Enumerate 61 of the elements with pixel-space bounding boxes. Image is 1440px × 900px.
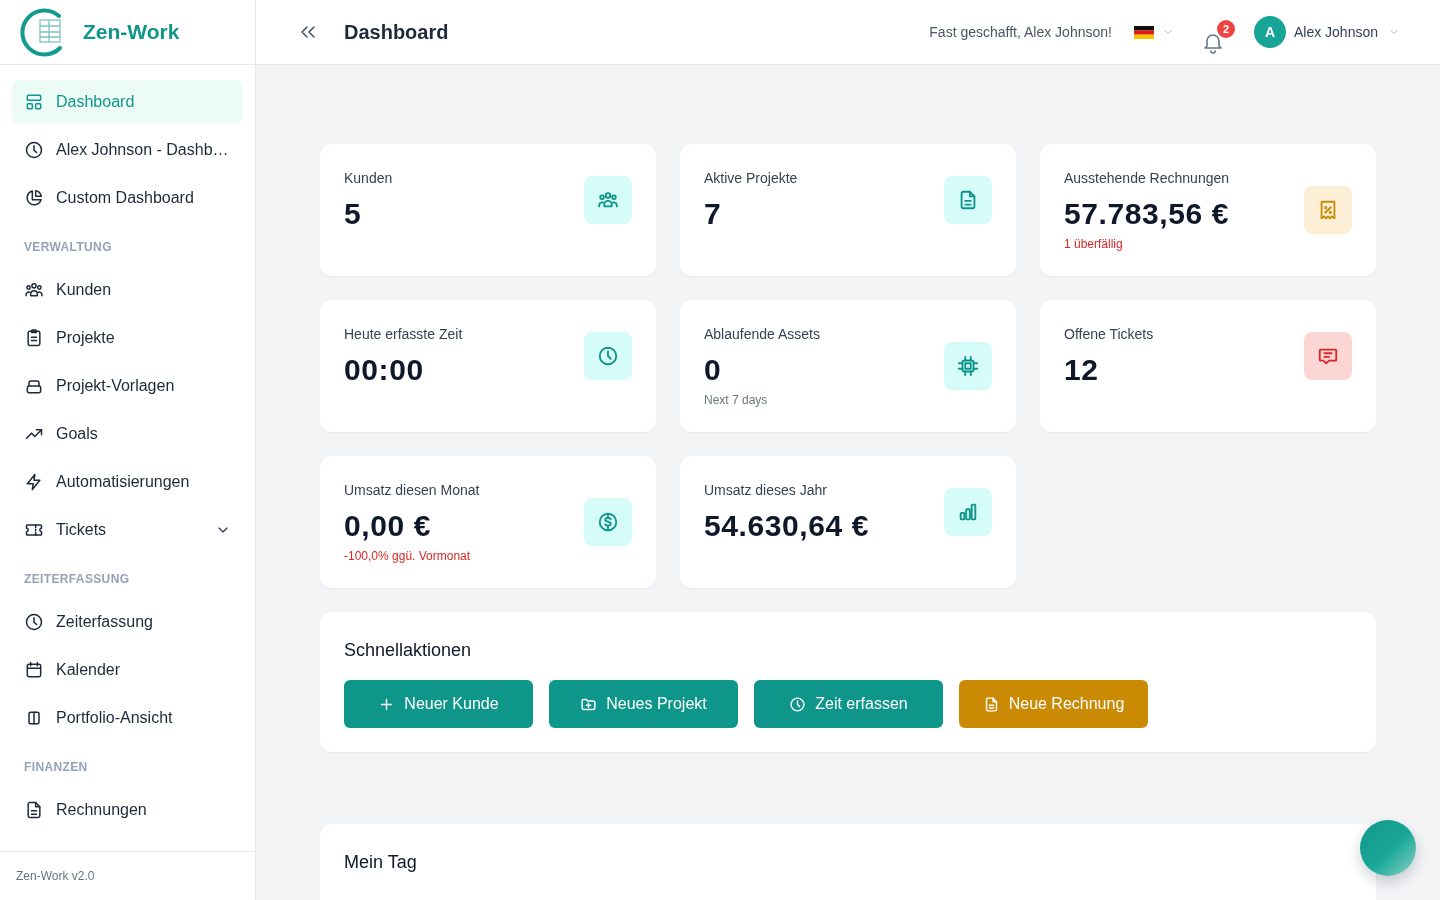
greeting-text: Fast geschafft, Alex Johnson! bbox=[929, 22, 1112, 42]
clock-icon bbox=[789, 695, 807, 713]
notification-badge: 2 bbox=[1214, 18, 1237, 40]
stat-label: Umsatz diesen Monat bbox=[344, 481, 480, 500]
hint-note: Next 7 days bbox=[704, 392, 769, 408]
section-heading: VERWALTUNG bbox=[23, 239, 113, 256]
page-title: Dashboard bbox=[344, 20, 449, 44]
quick-action-button[interactable]: Neuer Kunde bbox=[344, 680, 533, 728]
stat-value: 12 bbox=[1064, 352, 1100, 388]
stat-label: Aktive Projekte bbox=[704, 169, 798, 188]
sidebar-item[interactable]: Tickets bbox=[12, 508, 243, 552]
floating-action-button[interactable] bbox=[1360, 820, 1416, 876]
sidebar-item[interactable]: Kalender bbox=[12, 648, 243, 692]
sidebar-item[interactable]: Projekte bbox=[12, 316, 243, 360]
calendar-icon bbox=[24, 660, 44, 680]
clipboard-icon bbox=[24, 328, 44, 348]
user-menu-button[interactable]: Alex Johnson bbox=[1293, 21, 1400, 43]
stat-value: 57.783,56 € bbox=[1064, 196, 1230, 232]
quick-action-button[interactable]: Neues Projekt bbox=[549, 680, 738, 728]
users-icon bbox=[24, 280, 44, 300]
layout-icon bbox=[24, 92, 44, 112]
stat-value: 0 bbox=[704, 352, 723, 388]
sidebar-item[interactable]: Custom Dashboard bbox=[12, 176, 243, 220]
alert-note: -100,0% ggü. Vormonat bbox=[344, 548, 472, 564]
stat-value: 54.630,64 € bbox=[704, 508, 870, 544]
sidebar-item[interactable]: Zeiterfassung bbox=[12, 600, 243, 644]
flag-icon bbox=[1133, 25, 1154, 39]
stat-value: 00:00 bbox=[344, 352, 425, 388]
sidebar-item[interactable]: Projekt-Vorlagen bbox=[12, 364, 243, 408]
document-icon bbox=[24, 800, 44, 820]
brand-name: Zen-Work bbox=[83, 19, 180, 46]
sidebar-item[interactable]: Alex Johnson - Dashb… bbox=[12, 128, 243, 172]
stat-label: Heute erfasste Zeit bbox=[344, 325, 463, 344]
lightning-icon bbox=[24, 472, 44, 492]
stat-label: Kunden bbox=[344, 169, 393, 188]
sidebar-item[interactable]: Automatisierungen bbox=[12, 460, 243, 504]
stat-label: Offene Tickets bbox=[1064, 325, 1154, 344]
language-button[interactable] bbox=[1133, 25, 1174, 39]
sidebar-item[interactable]: Rechnungen bbox=[12, 788, 243, 832]
sidebar-item[interactable]: Goals bbox=[12, 412, 243, 456]
card-title: Mein Tag bbox=[344, 851, 418, 874]
sidebar-item[interactable]: Kunden bbox=[12, 268, 243, 312]
section-heading: FINANZEN bbox=[23, 759, 89, 776]
stat-label: Ablaufende Assets bbox=[704, 325, 820, 344]
stat-value: 7 bbox=[704, 196, 723, 232]
version-text: Zen-Work v2.0 bbox=[16, 868, 95, 885]
quick-action-button[interactable]: Zeit erfassen bbox=[754, 680, 943, 728]
avatar: A bbox=[1253, 16, 1286, 48]
stat-label: Umsatz dieses Jahr bbox=[704, 481, 828, 500]
clock-icon bbox=[24, 140, 44, 160]
clock-icon bbox=[24, 612, 44, 632]
notifications-button[interactable]: 2 bbox=[1201, 18, 1238, 54]
stat-label: Ausstehende Rechnungen bbox=[1064, 169, 1230, 188]
card-title: Schnellaktionen bbox=[344, 639, 473, 662]
section-heading: ZEITERFASSUNG bbox=[23, 571, 131, 588]
alert-note: 1 überfällig bbox=[1064, 236, 1124, 252]
stat-value: 0,00 € bbox=[344, 508, 432, 544]
stat-value: 5 bbox=[344, 196, 363, 232]
sidebar-item[interactable]: Dashboard bbox=[12, 80, 243, 124]
sidebar-item[interactable]: Portfolio-Ansicht bbox=[12, 696, 243, 740]
pie-chart-icon bbox=[24, 188, 44, 208]
